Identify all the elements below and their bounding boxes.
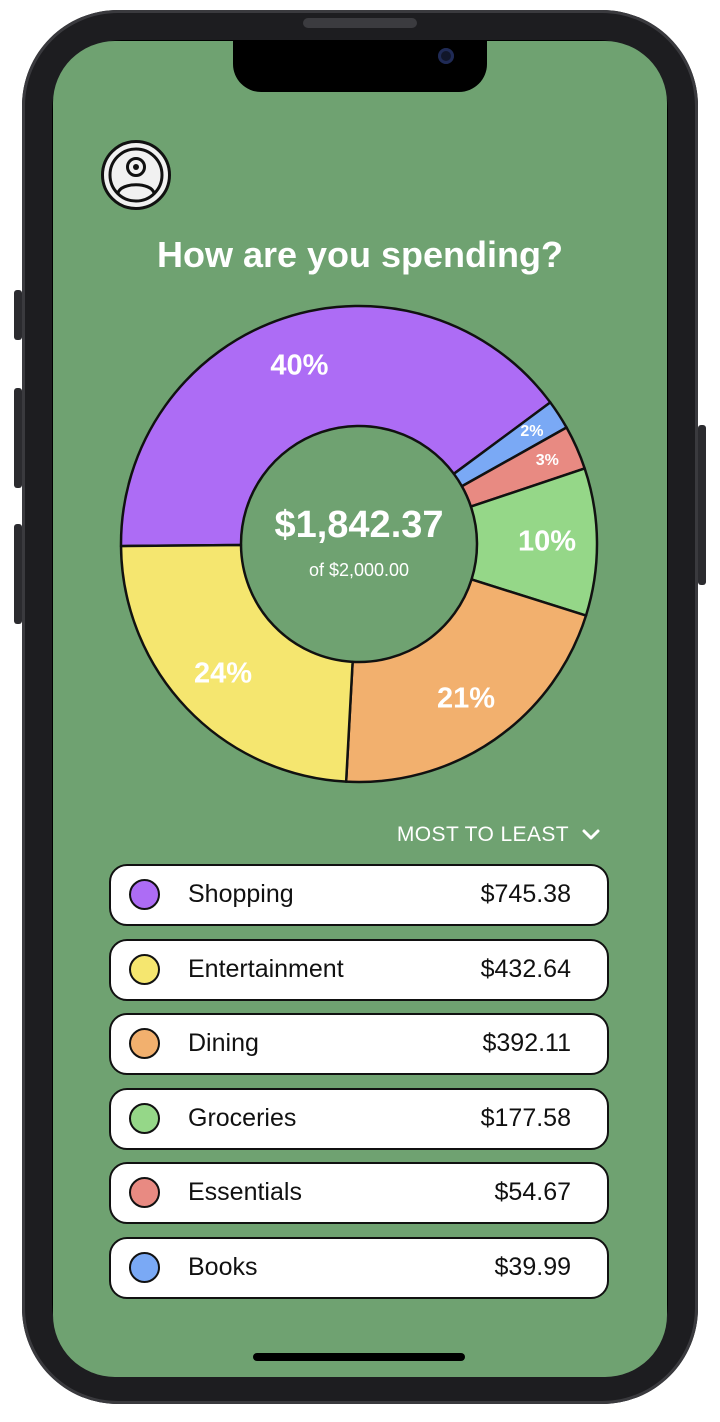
category-row-dining[interactable]: Dining $392.11 [109,1013,609,1075]
color-swatch [129,1177,160,1208]
budget-total-text: of $2,000.00 [308,560,410,580]
category-amount: $745.38 [480,880,571,908]
app-screen: How are you spending? 40% 2% 3% 10% 21% 24% $… [53,41,667,1377]
category-row-essentials[interactable]: Essentials $54.67 [109,1162,609,1224]
category-name: Shopping [188,880,294,908]
user-circle-icon [108,147,164,203]
category-row-entertainment[interactable]: Entertainment $432.64 [109,938,609,1001]
category-amount: $432.64 [480,954,571,983]
spending-donut-chart: 40% 2% 3% 10% 21% 24% $1,842.37 of $2,000.00 [119,304,599,784]
category-name: Entertainment [188,954,344,983]
category-name: Essentials [188,1178,302,1206]
volume-up-button [14,388,22,488]
color-swatch [129,1028,160,1059]
category-amount: $392.11 [482,1029,571,1057]
profile-button[interactable] [101,140,171,210]
slice-dining [344,578,588,784]
notch [233,41,487,92]
category-name: Dining [188,1029,259,1057]
category-row-shopping[interactable]: Shopping $745.38 [109,864,609,926]
page-title: How are you spending? [156,234,564,275]
chevron-down-icon [582,829,600,840]
category-list: Shopping $745.38 Entertainment $432.64 D… [109,864,609,1311]
slice-label-books: 2% [520,423,544,441]
category-row-groceries[interactable]: Groceries $177.58 [109,1087,609,1150]
sort-dropdown[interactable]: MOST TO LEAST [371,819,601,851]
category-amount: $54.67 [494,1178,571,1206]
volume-down-button [14,524,22,624]
mute-switch [14,290,22,340]
category-name: Books [188,1252,258,1281]
top-speaker [303,18,417,28]
slice-label-essentials: 3% [535,451,559,469]
home-indicator [253,1353,465,1361]
color-swatch [129,879,160,910]
slice-label-shopping: 40% [270,349,329,382]
slice-label-entertainment: 24% [194,657,253,690]
sort-label: MOST TO LEAST [396,823,569,846]
color-swatch [129,1102,160,1134]
power-button [698,425,706,585]
category-amount: $177.58 [480,1103,571,1132]
color-swatch [129,953,160,985]
front-camera [438,48,454,64]
category-amount: $39.99 [494,1252,571,1281]
color-swatch [129,1251,160,1283]
slice-label-dining: 21% [436,682,496,715]
total-spent-amount: $1,842.37 [274,504,444,546]
category-row-books[interactable]: Books $39.99 [109,1236,609,1299]
category-name: Groceries [188,1103,297,1132]
